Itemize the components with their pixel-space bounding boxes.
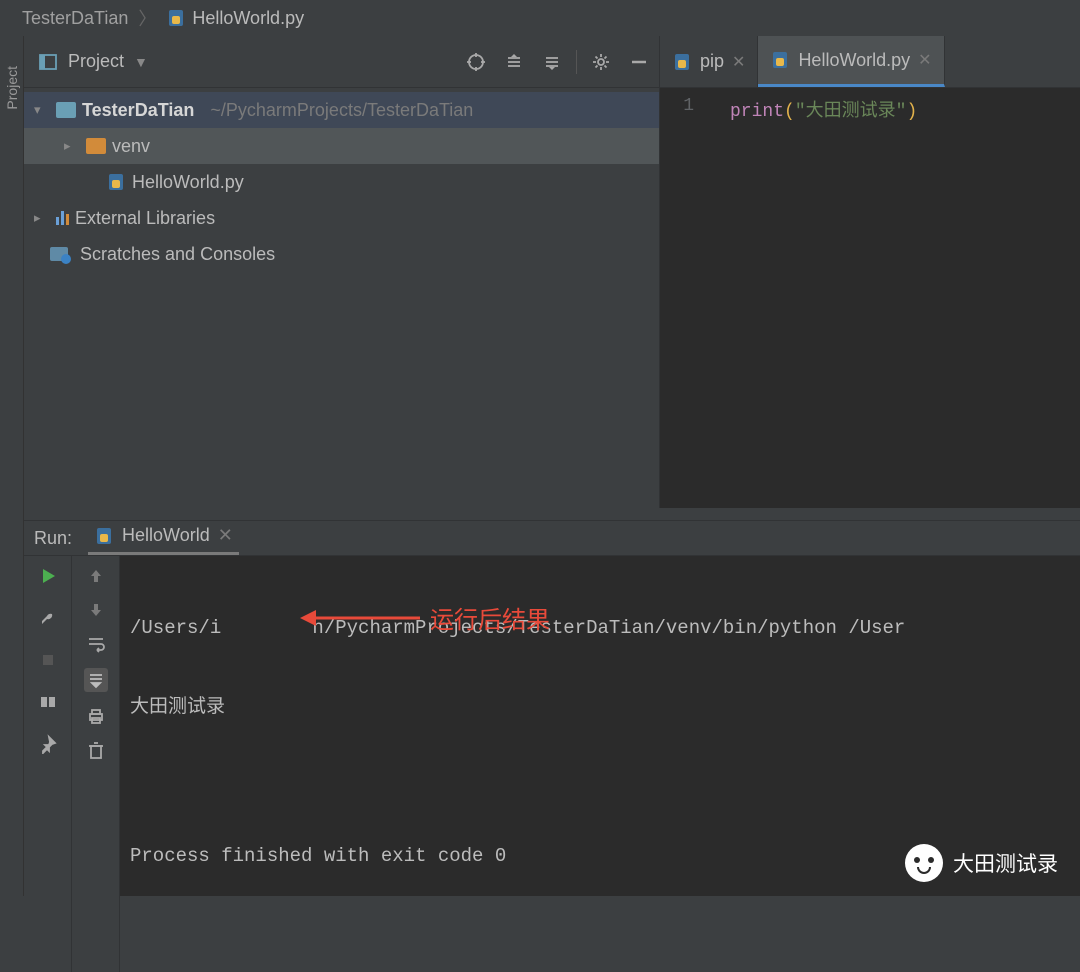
project-title[interactable]: Project [68, 51, 124, 72]
console-line-blank [130, 764, 1070, 796]
console-line-output: 大田测试录 [130, 688, 1070, 720]
line-number: 1 [660, 88, 710, 508]
chevron-down-icon[interactable]: ▾ [34, 102, 50, 118]
tree-item-label: HelloWorld.py [132, 172, 244, 193]
tab-pip[interactable]: pip ✕ [660, 36, 758, 87]
editor-body[interactable]: 1 print("大田测试录") [660, 88, 1080, 508]
run-actions-primary [24, 556, 72, 972]
collapse-all-icon[interactable] [538, 48, 566, 76]
editor-pane: pip ✕ HelloWorld.py ✕ 1 print("大田测试录") [660, 36, 1080, 508]
left-rail: Project [0, 36, 24, 896]
run-body: /Users/i n/PycharmProjects/TesterDaTian/… [24, 556, 1080, 972]
tree-item-label: venv [112, 136, 150, 157]
token-paren: ) [906, 102, 917, 122]
annotation-text: 运行后结果 [430, 600, 550, 635]
project-view-icon [38, 52, 58, 72]
run-actions-secondary [72, 556, 120, 972]
python-file-icon [166, 8, 186, 28]
print-icon[interactable] [86, 706, 106, 726]
tree-item-label: External Libraries [75, 208, 215, 229]
wechat-icon [905, 844, 943, 882]
token-function: print [730, 102, 784, 122]
annotation-arrow: 运行后结果 [300, 600, 550, 635]
close-icon[interactable]: ✕ [918, 50, 931, 70]
scratches-icon [50, 247, 68, 261]
tree-item-label: Scratches and Consoles [80, 244, 275, 265]
close-icon[interactable]: ✕ [218, 525, 233, 546]
libraries-icon [56, 211, 69, 225]
locate-icon[interactable] [462, 48, 490, 76]
run-play-icon[interactable] [38, 566, 58, 586]
toolbar-divider [576, 50, 577, 74]
layout-icon[interactable] [38, 692, 58, 712]
breadcrumb-root[interactable]: TesterDaTian [22, 8, 128, 29]
run-tab[interactable]: HelloWorld ✕ [88, 521, 239, 555]
breadcrumb-file-label: HelloWorld.py [192, 8, 304, 29]
watermark: 大田测试录 [905, 844, 1058, 882]
run-tab-label: HelloWorld [122, 525, 210, 546]
wrench-icon[interactable] [38, 608, 58, 628]
editor-tabs: pip ✕ HelloWorld.py ✕ [660, 36, 1080, 88]
project-tool-window: Project ▼ ▾ TesterDaTian ~/PycharmProjec… [24, 36, 660, 508]
close-icon[interactable]: ✕ [732, 52, 745, 72]
code-line[interactable]: print("大田测试录") [710, 88, 917, 508]
token-string: "大田测试录" [795, 102, 907, 122]
folder-icon [86, 138, 106, 154]
breadcrumb-separator: 〉 [138, 5, 156, 31]
tree-item-venv[interactable]: ▸ venv [24, 128, 659, 164]
soft-wrap-icon[interactable] [86, 634, 106, 654]
left-rail-project-label[interactable]: Project [4, 66, 20, 110]
watermark-text: 大田测试录 [953, 848, 1058, 878]
tree-item-helloworld[interactable]: HelloWorld.py [24, 164, 659, 200]
python-file-icon [94, 526, 114, 546]
tab-helloworld[interactable]: HelloWorld.py ✕ [758, 36, 944, 87]
token-paren: ( [784, 102, 795, 122]
console-line-command: /Users/i n/PycharmProjects/TesterDaTian/… [130, 612, 1070, 644]
stop-icon[interactable] [38, 650, 58, 670]
tree-item-external-libraries[interactable]: ▸ External Libraries [24, 200, 659, 236]
project-toolbar: Project ▼ [24, 36, 659, 88]
run-console[interactable]: /Users/i n/PycharmProjects/TesterDaTian/… [120, 556, 1080, 972]
arrow-down-icon[interactable] [86, 600, 106, 620]
folder-icon [56, 102, 76, 118]
trash-icon[interactable] [86, 740, 106, 760]
tree-root-label: TesterDaTian [82, 100, 194, 121]
breadcrumb: TesterDaTian 〉 HelloWorld.py [0, 0, 1080, 36]
pin-icon[interactable] [38, 734, 58, 754]
expand-all-icon[interactable] [500, 48, 528, 76]
tree-root[interactable]: ▾ TesterDaTian ~/PycharmProjects/TesterD… [24, 92, 659, 128]
tab-label: pip [700, 51, 724, 72]
python-file-icon [672, 52, 692, 72]
tree-root-path: ~/PycharmProjects/TesterDaTian [210, 100, 473, 121]
project-view-chevron-icon[interactable]: ▼ [134, 54, 148, 70]
gear-icon[interactable] [587, 48, 615, 76]
tree-item-scratches[interactable]: Scratches and Consoles [24, 236, 659, 272]
chevron-right-icon[interactable]: ▸ [64, 138, 80, 154]
arrow-up-icon[interactable] [86, 566, 106, 586]
project-tree[interactable]: ▾ TesterDaTian ~/PycharmProjects/TesterD… [24, 88, 659, 508]
scroll-to-end-icon[interactable] [84, 668, 108, 692]
breadcrumb-file[interactable]: HelloWorld.py [166, 8, 304, 29]
tab-label: HelloWorld.py [798, 50, 910, 71]
python-file-icon [770, 50, 790, 70]
chevron-right-icon[interactable]: ▸ [34, 210, 50, 226]
hide-icon[interactable] [625, 48, 653, 76]
run-tool-window: Run: HelloWorld ✕ /Users/i n/PycharmProj… [24, 520, 1080, 896]
run-header: Run: HelloWorld ✕ [24, 521, 1080, 556]
python-file-icon [106, 172, 126, 192]
run-title: Run: [34, 528, 72, 549]
top-panes: Project ▼ ▾ TesterDaTian ~/PycharmProjec… [24, 36, 1080, 508]
